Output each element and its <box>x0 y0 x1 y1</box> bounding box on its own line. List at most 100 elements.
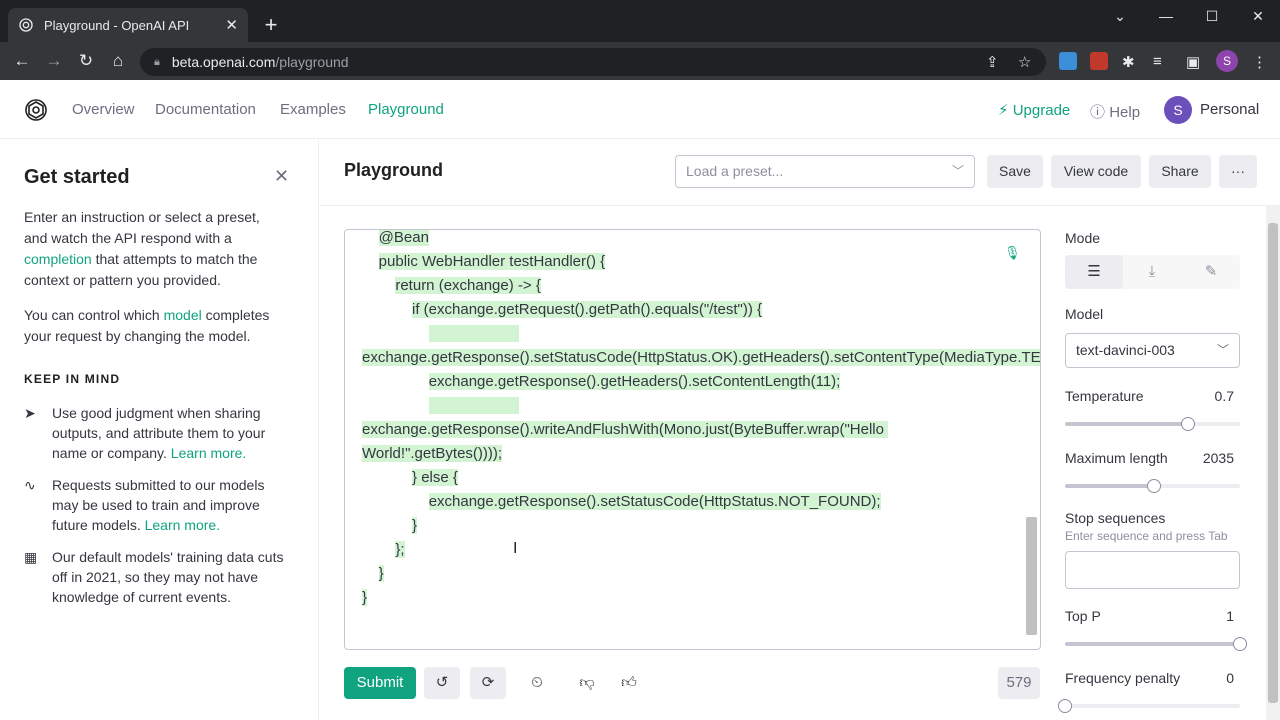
more-options-button[interactable]: ··· <box>1219 155 1257 188</box>
nav-examples[interactable]: Examples <box>280 101 346 118</box>
code-line: exchange.getResponse().setStatusCode(Htt… <box>362 490 1002 514</box>
bookmark-star-icon[interactable]: ☆ <box>1018 53 1031 71</box>
send-icon: ➤ <box>24 405 36 421</box>
code-line: } <box>362 514 1002 538</box>
reload-icon[interactable]: ↻ <box>74 50 98 72</box>
learn-more-link-2[interactable]: Learn more. <box>145 517 220 533</box>
frequency-penalty-slider[interactable] <box>1058 699 1240 713</box>
prompt-editor[interactable]: @Bean public WebHandler testHandler() { … <box>344 229 1041 650</box>
frequency-penalty-value[interactable]: 0 <box>1194 670 1234 686</box>
code-line: @Bean <box>362 230 1002 250</box>
code-line-text: exchange.getResponse().getHeaders().setC… <box>428 373 841 390</box>
account-avatar[interactable]: S <box>1164 96 1192 124</box>
browser-tab-bar: Playground - OpenAI API ✕ + ⌄ — ☐ ✕ <box>0 0 1280 42</box>
top-p-label: Top P <box>1065 608 1101 624</box>
maximize-icon[interactable]: ☐ <box>1189 0 1235 32</box>
nav-overview[interactable]: Overview <box>72 101 135 118</box>
max-length-slider[interactable] <box>1065 479 1240 493</box>
calendar-icon: ▦ <box>24 549 38 565</box>
stop-sequences-input[interactable] <box>1065 551 1240 589</box>
keep-in-mind-heading: KEEP IN MIND <box>24 372 121 386</box>
code-line-text: } <box>412 517 418 534</box>
code-line-text: exchange.getResponse().setStatusCode(Htt… <box>428 493 881 510</box>
sidebar-model-text: You can control which model completes yo… <box>24 305 286 347</box>
url-field[interactable]: 🔒︎ beta.openai.com/playground <box>140 48 1046 76</box>
code-line-text: exchange.getResponse().setStatusCode(Htt… <box>362 349 1040 366</box>
share-button[interactable]: Share <box>1149 155 1211 188</box>
page-scrollbar[interactable] <box>1266 205 1280 720</box>
code-line-text: } <box>378 565 384 582</box>
temperature-label: Temperature <box>1065 388 1144 404</box>
code-line-text: if (exchange.getRequest().getPath().equa… <box>412 301 763 318</box>
slider-thumb[interactable] <box>1233 637 1247 651</box>
mode-complete-icon[interactable]: ☰ <box>1065 255 1123 289</box>
home-icon[interactable]: ⌂ <box>106 50 130 72</box>
nav-documentation[interactable]: Documentation <box>155 101 256 118</box>
mode-edit-icon[interactable]: ✎ <box>1182 255 1240 289</box>
editor-scrollbar[interactable] <box>1026 517 1037 635</box>
code-line-text <box>428 325 519 342</box>
regenerate-icon[interactable]: ⟳ <box>470 667 506 699</box>
keep-item-judgment: Use good judgment when sharing outputs, … <box>52 403 292 463</box>
max-length-value[interactable]: 2035 <box>1184 450 1234 466</box>
browser-menu-icon[interactable]: ⋮ <box>1252 53 1267 71</box>
nav-playground[interactable]: Playground <box>368 101 444 118</box>
top-p-slider[interactable] <box>1065 637 1247 651</box>
browser-tab[interactable]: Playground - OpenAI API ✕ <box>8 8 248 42</box>
sidebar-intro: Enter an instruction or select a preset,… <box>24 207 286 291</box>
code-line-text: public WebHandler testHandler() { <box>378 253 606 270</box>
top-p-value[interactable]: 1 <box>1194 608 1234 624</box>
code-line: if (exchange.getRequest().getPath().equa… <box>362 298 1002 322</box>
code-line-text <box>428 397 519 414</box>
url-host: beta.openai.com <box>171 54 276 70</box>
tab-title: Playground - OpenAI API <box>44 17 190 33</box>
view-code-button[interactable]: View code <box>1051 155 1141 188</box>
media-control-icon[interactable]: ≡ <box>1153 53 1162 70</box>
microphone-icon[interactable]: 🎙︎ <box>1004 245 1021 261</box>
upgrade-link[interactable]: ⚡︎ Upgrade <box>998 101 1070 119</box>
prompt-text[interactable]: @Bean public WebHandler testHandler() { … <box>362 230 1040 610</box>
extensions-puzzle-icon[interactable]: ✱ <box>1122 53 1135 71</box>
completion-link[interactable]: completion <box>24 251 92 267</box>
model-select[interactable]: text-davinci-003 ﹀ <box>1065 333 1240 368</box>
undo-icon[interactable]: ↺ <box>424 667 460 699</box>
code-line <box>362 322 1002 346</box>
keep-item-cutoff: Our default models' training data cuts o… <box>52 549 284 605</box>
close-tab-icon[interactable]: ✕ <box>225 16 238 34</box>
learn-more-link-1[interactable]: Learn more. <box>171 445 246 461</box>
account-name[interactable]: Personal <box>1200 101 1259 118</box>
mode-insert-icon[interactable]: ⤓ <box>1123 255 1181 289</box>
frequency-penalty-label: Frequency penalty <box>1065 670 1181 686</box>
model-link[interactable]: model <box>164 307 202 323</box>
submit-button[interactable]: Submit <box>344 667 416 699</box>
share-page-icon[interactable]: ⇪ <box>986 53 999 71</box>
browser-profile-avatar[interactable]: S <box>1216 50 1238 72</box>
code-line-text: } else { <box>412 469 458 486</box>
bolt-icon: ⚡︎ <box>998 102 1009 119</box>
help-link[interactable]: ⓘ Help <box>1090 101 1140 122</box>
minimize-icon[interactable]: — <box>1143 0 1189 32</box>
thumbs-down-icon[interactable]: 👎︎ <box>569 667 605 699</box>
preset-select[interactable]: Load a preset... ﹀ <box>675 155 975 188</box>
forward-icon[interactable]: → <box>42 50 66 72</box>
history-icon[interactable]: ⏲︎ <box>519 667 555 699</box>
upgrade-label: Upgrade <box>1012 102 1071 119</box>
stop-sequences-label: Stop sequences <box>1065 510 1166 526</box>
temperature-slider[interactable] <box>1065 417 1240 431</box>
temperature-value[interactable]: 0.7 <box>1194 388 1234 404</box>
save-button[interactable]: Save <box>987 155 1043 188</box>
new-tab-button[interactable]: + <box>259 8 283 42</box>
openai-logo-icon[interactable] <box>24 98 48 122</box>
close-window-icon[interactable]: ✕ <box>1235 0 1280 32</box>
tab-search-icon[interactable]: ⌄ <box>1097 0 1143 32</box>
slider-thumb[interactable] <box>1180 417 1195 431</box>
slider-thumb[interactable] <box>1058 699 1072 713</box>
page-scrollbar-thumb[interactable] <box>1268 223 1278 703</box>
extension-2-icon[interactable] <box>1090 52 1108 70</box>
side-panel-icon[interactable]: ▣ <box>1186 53 1200 71</box>
close-sidebar-icon[interactable]: ✕ <box>274 166 289 187</box>
thumbs-up-icon[interactable]: 👍︎ <box>611 667 647 699</box>
back-icon[interactable]: ← <box>10 50 34 72</box>
activity-icon: ∿ <box>24 477 36 493</box>
extension-1-icon[interactable] <box>1059 52 1077 70</box>
